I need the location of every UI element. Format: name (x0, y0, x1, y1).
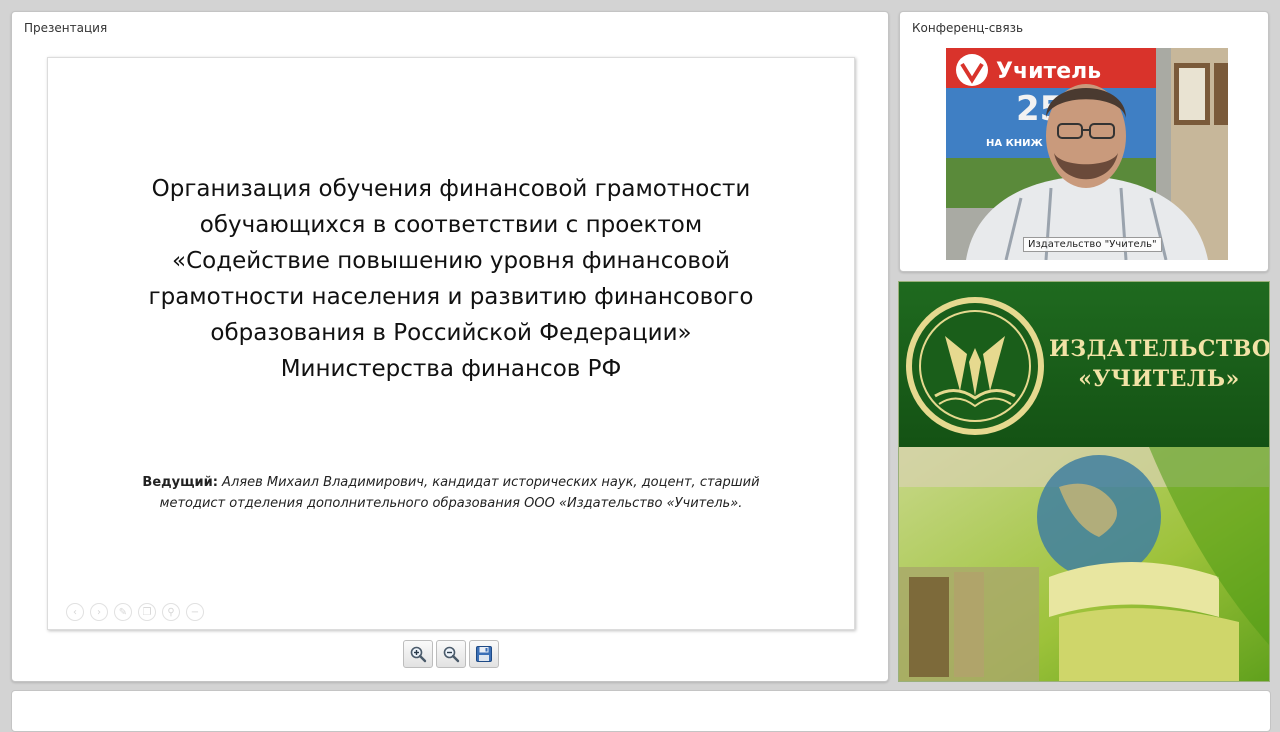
presentation-panel-title: Презентация (24, 21, 108, 35)
slide-title-line: грамотности населения и развитию финансо… (148, 284, 754, 310)
books-globe-image (899, 447, 1269, 681)
presentation-panel: Презентация Организация обучения финансо… (11, 11, 889, 682)
banner-books-image (899, 447, 1269, 681)
slide-title-line: «Содействие повышению уровня финансовой (172, 248, 730, 274)
publisher-name: ИЗДАТЕЛЬСТВО «УЧИТЕЛЬ» (1049, 334, 1269, 394)
conference-panel-title: Конференц-связь (912, 21, 1024, 35)
banner-header: ИЗДАТЕЛЬСТВО «УЧИТЕЛЬ» (899, 282, 1269, 447)
presenter-info: Ведущий: Аляев Михаил Владимирович, канд… (68, 472, 834, 514)
bottom-panel (11, 690, 1271, 732)
next-icon[interactable]: › (90, 603, 108, 621)
copy-icon[interactable]: ❐ (138, 603, 156, 621)
zoom-out-button[interactable] (436, 640, 466, 668)
presenter-label: Ведущий: (142, 475, 218, 490)
presenter-video-image: Учитель 25 НА КНИЖ (946, 48, 1228, 260)
prev-icon[interactable]: ‹ (66, 603, 84, 621)
video-caption: Издательство "Учитель" (1023, 237, 1162, 252)
svg-text:Учитель: Учитель (996, 59, 1101, 84)
zoom-icon[interactable]: ⚲ (162, 603, 180, 621)
slide-title-line: Министерства финансов РФ (280, 356, 622, 382)
pen-icon[interactable]: ✎ (114, 603, 132, 621)
publisher-logo-icon (906, 297, 1044, 435)
video-feed: Учитель 25 НА КНИЖ Издательство "Учитель… (946, 48, 1228, 260)
publisher-banner: ИЗДАТЕЛЬСТВО «УЧИТЕЛЬ» (898, 281, 1270, 682)
floppy-disk-icon (476, 646, 492, 662)
save-button[interactable] (469, 640, 499, 668)
publisher-name-line2: «УЧИТЕЛЬ» (1078, 366, 1240, 392)
zoom-in-button[interactable] (403, 640, 433, 668)
slide-title-line: обучающихся в соответствии с проектом (199, 212, 703, 238)
conference-panel: Конференц-связь Учитель 25 НА КНИЖ Издат… (899, 11, 1269, 272)
zoom-in-icon (410, 646, 427, 663)
slide-title: Организация обучения финансовой грамотно… (88, 171, 814, 387)
presentation-toolbar (403, 640, 499, 670)
slide-title-line: образования в Российской Федерации» (210, 320, 692, 346)
slide: Организация обучения финансовой грамотно… (47, 57, 855, 630)
presenter-text-line1: Аляев Михаил Владимирович, кандидат исто… (217, 475, 760, 490)
minus-icon[interactable]: − (186, 603, 204, 621)
publisher-name-line1: ИЗДАТЕЛЬСТВО (1049, 336, 1270, 362)
presenter-text-line2: методист отделения дополнительного образ… (159, 496, 743, 511)
slide-nav-controls: ‹ › ✎ ❐ ⚲ − (66, 603, 204, 625)
svg-text:НА КНИЖ: НА КНИЖ (986, 138, 1044, 149)
zoom-out-icon (443, 646, 460, 663)
slide-title-line: Организация обучения финансовой грамотно… (151, 176, 751, 202)
